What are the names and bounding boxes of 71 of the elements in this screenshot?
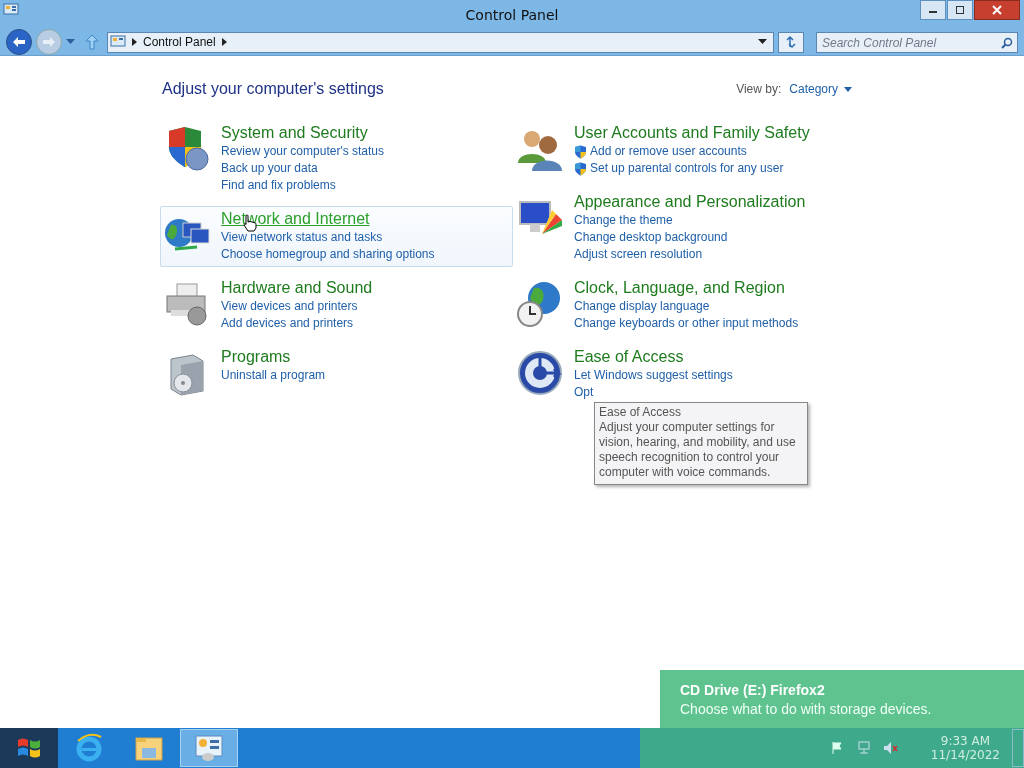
notification-message: Choose what to do with storage devices. — [680, 700, 933, 717]
refresh-button[interactable] — [778, 31, 804, 53]
window-title: Control Panel — [465, 6, 559, 23]
task-link[interactable]: Uninstall a program — [221, 367, 326, 384]
flag-icon[interactable] — [830, 740, 845, 755]
tooltip-title: Ease of Access — [599, 405, 683, 420]
clock-date: 11/14/2022 — [930, 747, 1000, 762]
maximize-icon — [955, 5, 965, 15]
refresh-icon — [784, 35, 798, 49]
control-panel-icon — [110, 35, 126, 49]
task-link[interactable]: Change desktop background — [574, 229, 728, 246]
up-icon[interactable] — [85, 34, 99, 50]
task-link[interactable]: View network status and tasks — [221, 229, 383, 246]
search-icon[interactable] — [1001, 36, 1013, 49]
task-link[interactable]: Opt — [574, 384, 594, 401]
close-button[interactable] — [974, 0, 1020, 20]
control-panel-icon — [194, 734, 224, 762]
maximize-button[interactable] — [947, 0, 973, 20]
browser-e-icon — [74, 733, 104, 763]
task-link[interactable]: Find and fix problems — [221, 177, 336, 194]
category-row[interactable]: System and Security Review your computer's status Back up your data Find and fix problems — [160, 120, 513, 198]
category-row[interactable]: Hardware and Sound View devices and printers Add devices and printers — [160, 275, 513, 336]
windows-logo-icon — [17, 737, 41, 759]
chevron-icon[interactable] — [221, 38, 227, 46]
control-panel-icon — [3, 3, 19, 17]
search-field[interactable]: Search Control Panel — [816, 32, 1018, 53]
back-button[interactable] — [6, 29, 32, 55]
task-link[interactable]: Add devices and printers — [221, 315, 354, 332]
task-link[interactable]: Let Windows suggest settings — [574, 367, 733, 384]
task-link[interactable]: Adjust screen resolution — [574, 246, 703, 263]
task-link[interactable]: View devices and printers — [221, 298, 358, 315]
control-panel-taskbar-button[interactable] — [180, 729, 238, 767]
breadcrumb[interactable]: Control Panel — [143, 35, 216, 49]
tooltip-text: Adjust your computer settings for vision, hearing, and mobility, and use speech recognition to control your computer with voice commands. — [599, 420, 797, 480]
back-arrow-icon — [12, 36, 26, 48]
category-link[interactable]: Programs — [221, 347, 326, 367]
task-link[interactable]: Add or remove user accounts — [590, 143, 747, 160]
task-link[interactable]: Change display language — [574, 298, 710, 315]
page-heading: Adjust your computer's settings — [162, 80, 384, 98]
muted-speaker-icon[interactable] — [882, 740, 899, 755]
category-link[interactable]: Clock, Language, and Region — [574, 278, 799, 298]
minimize-button[interactable] — [920, 0, 946, 20]
category-link[interactable]: Hardware and Sound — [221, 278, 373, 298]
category-row[interactable]: Programs Uninstall a program — [160, 344, 513, 401]
task-link[interactable]: Review your computer's status — [221, 143, 385, 160]
chevron-icon[interactable] — [132, 38, 137, 46]
task-link[interactable]: Change keyboards or other input methods — [574, 315, 799, 332]
caret-icon — [844, 86, 852, 92]
close-icon — [992, 5, 1002, 15]
folder-icon — [134, 734, 164, 762]
dropdown-icon[interactable] — [758, 39, 767, 45]
forward-arrow-icon — [42, 36, 56, 48]
task-link[interactable]: Choose homegroup and sharing options — [221, 246, 435, 263]
accessibility-icon[interactable] — [516, 349, 564, 397]
task-link[interactable]: Set up parental controls for any user — [590, 160, 784, 177]
category-link[interactable]: Appearance and Personalization — [574, 192, 806, 212]
category-row[interactable]: Clock, Language, and Region Change display language Change keyboards or other input methods — [513, 275, 866, 336]
view-by-dropdown[interactable]: Category — [789, 82, 852, 96]
category-link[interactable]: System and Security — [221, 123, 385, 143]
recent-pages-icon[interactable] — [66, 39, 75, 45]
category-link[interactable]: Ease of Access — [574, 347, 733, 367]
address-bar[interactable]: Control Panel — [107, 31, 774, 53]
category-row[interactable]: User Accounts and Family Safety Add or remove user accounts Set up parental controls for any user — [513, 120, 866, 181]
view-by-label: View by: — [736, 82, 782, 96]
notification-title: CD Drive (E:) Firefox2 — [680, 681, 826, 698]
category-link[interactable]: User Accounts and Family Safety — [574, 123, 810, 143]
task-link[interactable]: Back up your data — [221, 160, 318, 177]
task-link[interactable]: Change the theme — [574, 212, 673, 229]
start-button[interactable] — [0, 728, 58, 768]
category-row[interactable]: Appearance and Personalization Change the theme Change desktop background Adjust screen resolution — [513, 189, 866, 267]
clock-time: 9:33 AM — [940, 733, 991, 748]
